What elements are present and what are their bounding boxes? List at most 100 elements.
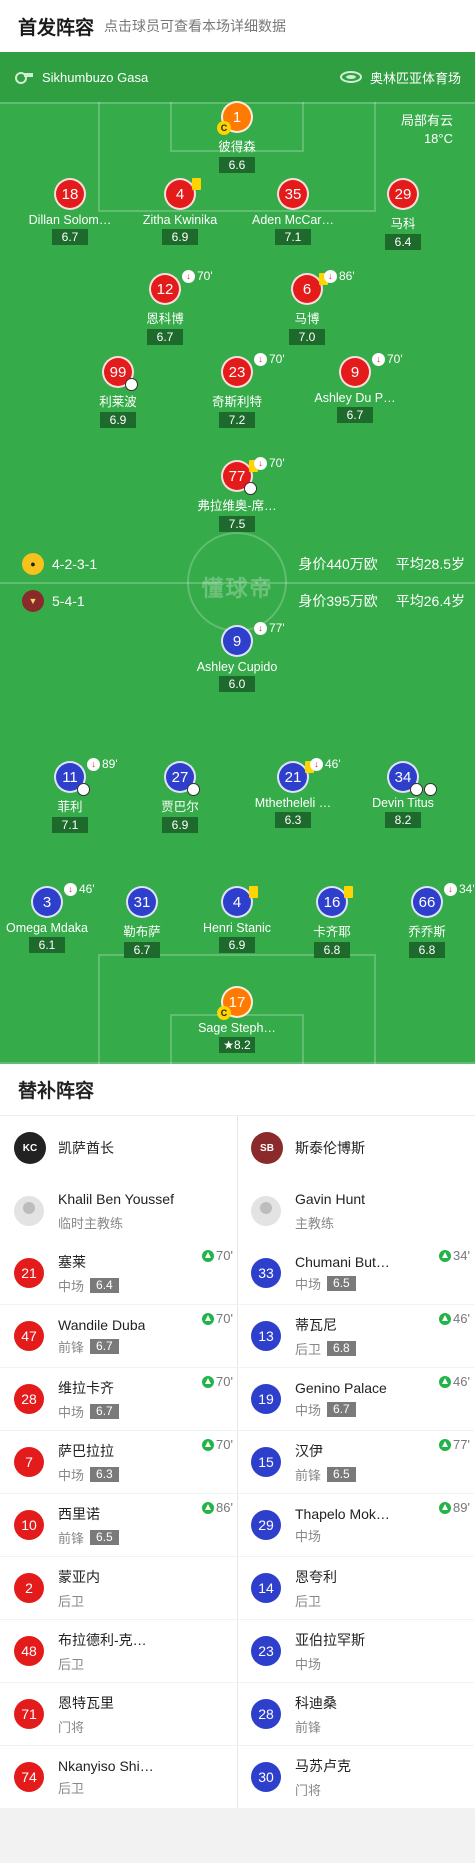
away-sub-row[interactable]: 19 Genino Palace 中场 6.7 46' <box>237 1368 474 1431</box>
away-team-header[interactable]: SB 斯泰伦博斯 <box>237 1116 474 1180</box>
sub-on-time: 77' <box>439 1437 470 1452</box>
away-coach-role: 主教练 <box>295 1215 335 1231</box>
home-player[interactable]: 12 ↓ 70' 恩科博 6.7 <box>110 269 220 346</box>
away-sub-row[interactable]: 33 Chumani But… 中场 6.5 34' <box>237 1242 474 1305</box>
sub-position-label: 中场 <box>295 1656 322 1672</box>
coach-avatar-icon <box>14 1196 44 1226</box>
home-sub-row[interactable]: 47 Wandile Duba 前锋 6.7 70' <box>0 1305 237 1368</box>
captain-icon: C <box>217 121 231 135</box>
away-sub-row[interactable]: 13 蒂瓦尼 后卫 6.8 46' <box>237 1305 474 1368</box>
away-player[interactable]: 9 ↓ 77' Ashley Cupido 6.0 <box>182 621 292 693</box>
away-player[interactable]: 21 ↓ 46' Mthetheleli … 6.3 <box>238 757 348 829</box>
player-number: 35 <box>277 178 309 210</box>
sub-off-icon: ↓ <box>310 757 323 771</box>
sub-position: 中场 6.3 <box>58 1465 119 1484</box>
player-number: 34 <box>387 761 437 796</box>
home-player[interactable]: 29 马科 6.4 <box>348 178 458 251</box>
player-number: 9 <box>339 356 371 388</box>
sub-number: 74 <box>14 1762 44 1792</box>
sub-name: 汉伊 <box>295 1442 323 1459</box>
sub-info: 蒙亚内 后卫 <box>58 1567 100 1610</box>
home-player[interactable]: 35 Aden McCar… 7.1 <box>238 178 348 246</box>
away-sub-row[interactable]: 23 亚伯拉罕斯 中场 <box>237 1620 474 1683</box>
player-number: 23 <box>221 356 253 388</box>
coach-avatar-icon <box>251 1196 281 1226</box>
sub-off-icon: ↓ <box>254 352 267 366</box>
goal-ball-icon <box>77 783 90 796</box>
home-player[interactable]: 4 Zitha Kwinika 6.9 <box>125 178 235 246</box>
captain-icon: C <box>217 1006 231 1020</box>
home-team-header[interactable]: KC 凯萨酋长 <box>0 1116 237 1180</box>
home-player[interactable]: 9 ↓ 70' Ashley Du P… 6.7 <box>300 352 410 424</box>
home-player[interactable]: 1 C 彼得森 6.6 <box>182 101 292 174</box>
away-player[interactable]: 11 ↓ 89' 菲利 7.1 <box>15 757 125 834</box>
home-player[interactable]: 77 ↓ 70' 弗拉维奥-席… 7.5 <box>182 456 292 533</box>
home-player[interactable]: 18 Dillan Solom… 6.7 <box>15 178 125 246</box>
sub-position-label: 中场 <box>295 1402 322 1418</box>
player-rating: 7.5 <box>219 516 255 532</box>
home-sub-row[interactable]: 74 Nkanyiso Shi… 后卫 <box>0 1746 237 1809</box>
home-sub-row[interactable]: 71 恩特瓦里 门将 <box>0 1683 237 1746</box>
home-coach-role: 临时主教练 <box>58 1215 124 1231</box>
home-player[interactable]: 6 ↓ 86' 马博 7.0 <box>252 269 362 346</box>
away-player[interactable]: 4 Henri Stanic 6.9 <box>182 886 292 954</box>
player-number: 77 <box>221 460 258 495</box>
away-sub-row[interactable]: 14 恩夸利 后卫 <box>237 1557 474 1620</box>
sub-position: 后卫 <box>58 1591 100 1610</box>
home-player[interactable]: 23 ↓ 70' 奇斯利特 7.2 <box>182 352 292 429</box>
home-sub-row[interactable]: 10 西里诺 前锋 6.5 86' <box>0 1494 237 1557</box>
away-player[interactable]: 34 Devin Titus 8.2 <box>348 761 458 829</box>
player-rating: 6.0 <box>219 676 255 692</box>
away-sub-row[interactable]: 15 汉伊 前锋 6.5 77' <box>237 1431 474 1494</box>
sub-name: 西里诺 <box>58 1505 100 1522</box>
substitutes-title: 替补阵容 <box>0 1064 475 1116</box>
yellow-card-icon <box>192 178 201 190</box>
away-player[interactable]: 16 卡齐耶 6.8 <box>277 886 387 959</box>
sub-position: 门将 <box>295 1780 351 1799</box>
sub-on-icon <box>439 1249 452 1262</box>
home-sub-row[interactable]: 28 维拉卡齐 中场 6.7 70' <box>0 1368 237 1431</box>
home-crest-icon: ● <box>22 553 44 575</box>
sub-off-icon: ↓ <box>64 882 77 896</box>
sub-on-time: 70' <box>202 1311 233 1326</box>
home-sub-row[interactable]: 21 塞莱 中场 6.4 70' <box>0 1242 237 1305</box>
sub-position-label: 前锋 <box>295 1719 322 1735</box>
sub-on-minute: 34' <box>453 1248 470 1263</box>
home-team-name: 凯萨酋长 <box>58 1140 114 1156</box>
sub-name: 蒂瓦尼 <box>295 1316 337 1333</box>
sub-minute: 46' <box>325 757 341 771</box>
sub-on-icon <box>202 1312 215 1325</box>
pitch: Sikhumbuzo Gasa 奥林匹亚体育场 局部有云 18°C 懂球帝 ● … <box>0 52 475 1064</box>
yellow-card-icon <box>249 886 258 898</box>
away-player[interactable]: 17 C Sage Steph… ★8.2 <box>182 986 292 1054</box>
sub-info: 西里诺 前锋 6.5 <box>58 1504 119 1547</box>
sub-position-label: 门将 <box>295 1782 322 1798</box>
away-coach[interactable]: Gavin Hunt 主教练 <box>237 1180 474 1242</box>
home-player[interactable]: 99 利莱波 6.9 <box>63 356 173 429</box>
sub-info: Genino Palace 中场 6.7 <box>295 1380 387 1419</box>
away-player[interactable]: 66 ↓ 34' 乔乔斯 6.8 <box>372 882 475 959</box>
sub-info: 汉伊 前锋 6.5 <box>295 1441 356 1484</box>
substitution-info: ↓ 46' <box>310 757 341 771</box>
away-value: 身价395万欧 <box>298 593 378 609</box>
home-sub-row[interactable]: 48 布拉德利-克… 后卫 <box>0 1620 237 1683</box>
home-sub-row[interactable]: 7 萨巴拉拉 中场 6.3 70' <box>0 1431 237 1494</box>
away-sub-row[interactable]: 29 Thapelo Mok… 中场 89' <box>237 1494 474 1557</box>
sub-name: 维拉卡齐 <box>58 1379 114 1396</box>
away-player[interactable]: 27 贾巴尔 6.9 <box>125 761 235 834</box>
away-sub-row[interactable]: 30 马苏卢克 门将 <box>237 1746 474 1809</box>
away-player[interactable]: 31 勒布萨 6.7 <box>87 886 197 959</box>
away-sub-row[interactable]: 28 科迪桑 前锋 <box>237 1683 474 1746</box>
substitution-info: ↓ 70' <box>372 352 403 366</box>
sub-name: Nkanyiso Shi… <box>58 1757 154 1774</box>
home-coach[interactable]: Khalil Ben Youssef 临时主教练 <box>0 1180 237 1242</box>
sub-on-icon <box>439 1312 452 1325</box>
away-coach-name: Gavin Hunt <box>295 1190 366 1207</box>
away-avg-age: 平均26.4岁 <box>395 593 465 609</box>
player-name: 彼得森 <box>218 140 256 154</box>
sub-position: 前锋 <box>295 1717 337 1736</box>
player-number: 21 <box>277 761 314 793</box>
stadium-icon <box>339 71 362 83</box>
sub-minute: 77' <box>269 621 285 635</box>
home-sub-row[interactable]: 2 蒙亚内 后卫 <box>0 1557 237 1620</box>
